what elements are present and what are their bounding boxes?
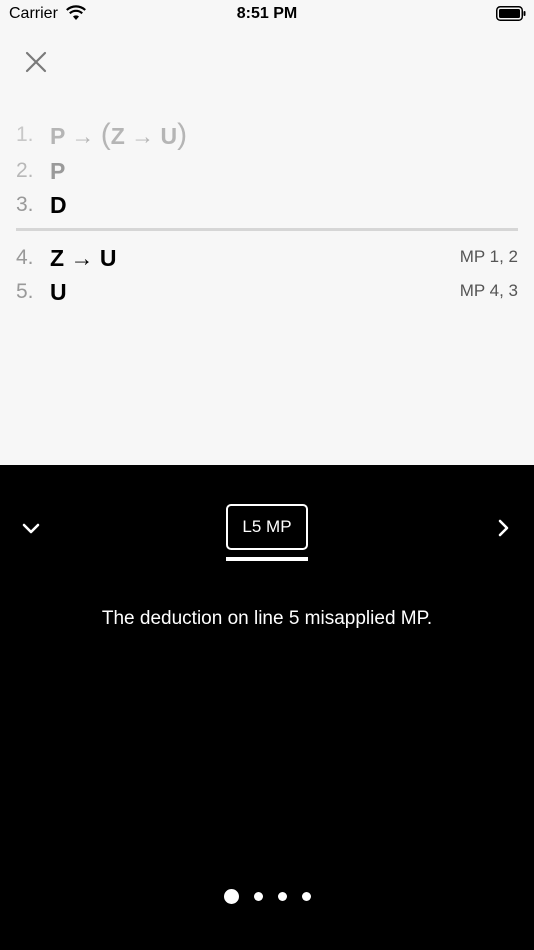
feedback-message: The deduction on line 5 misapplied MP. xyxy=(101,608,433,629)
line-number: 5. xyxy=(16,280,34,303)
chevron-down-icon xyxy=(22,523,40,534)
feedback-panel: L5 MP The deduction on line 5 misapplied… xyxy=(0,465,534,950)
line-number: 4. xyxy=(16,246,34,269)
status-bar: Carrier 8:51 PM xyxy=(0,0,534,30)
tab-underline xyxy=(226,557,308,561)
close-button[interactable] xyxy=(22,48,50,76)
close-icon xyxy=(25,51,47,73)
formula: P → (Z → U) xyxy=(50,118,188,151)
proof-line-5[interactable]: 5. U xyxy=(16,277,67,307)
justification: MP 4, 3 xyxy=(459,281,518,300)
proof-line-3[interactable]: 3. D xyxy=(16,190,67,220)
formula: D xyxy=(50,191,67,218)
formula: U xyxy=(50,278,67,305)
page-dot[interactable] xyxy=(301,891,311,901)
page-dot[interactable] xyxy=(277,891,287,901)
clock: 8:51 PM xyxy=(236,5,298,22)
page-dot[interactable] xyxy=(223,888,239,904)
formula: Z → U xyxy=(50,244,117,271)
page-dot[interactable] xyxy=(253,891,263,901)
tab-l5-mp[interactable]: L5 MP xyxy=(226,504,308,550)
screen: Carrier 8:51 PM 1. P → (Z → U) 2. P 3. D… xyxy=(0,0,534,950)
line-number: 3. xyxy=(16,193,34,216)
battery-icon xyxy=(496,6,526,21)
proof-line-4[interactable]: 4. Z → U xyxy=(16,243,116,273)
proof-line-2[interactable]: 2. P xyxy=(16,156,65,186)
page-indicator[interactable] xyxy=(0,888,534,904)
premise-divider xyxy=(16,228,518,231)
collapse-button[interactable] xyxy=(20,517,42,539)
proof-line-1[interactable]: 1. P → (Z → U) xyxy=(16,118,188,151)
formula: P xyxy=(50,157,66,184)
line-number: 1. xyxy=(16,123,34,146)
chevron-right-icon xyxy=(498,519,509,537)
line-number: 2. xyxy=(16,159,34,182)
next-button[interactable] xyxy=(492,517,514,539)
justification: MP 1, 2 xyxy=(459,247,518,266)
